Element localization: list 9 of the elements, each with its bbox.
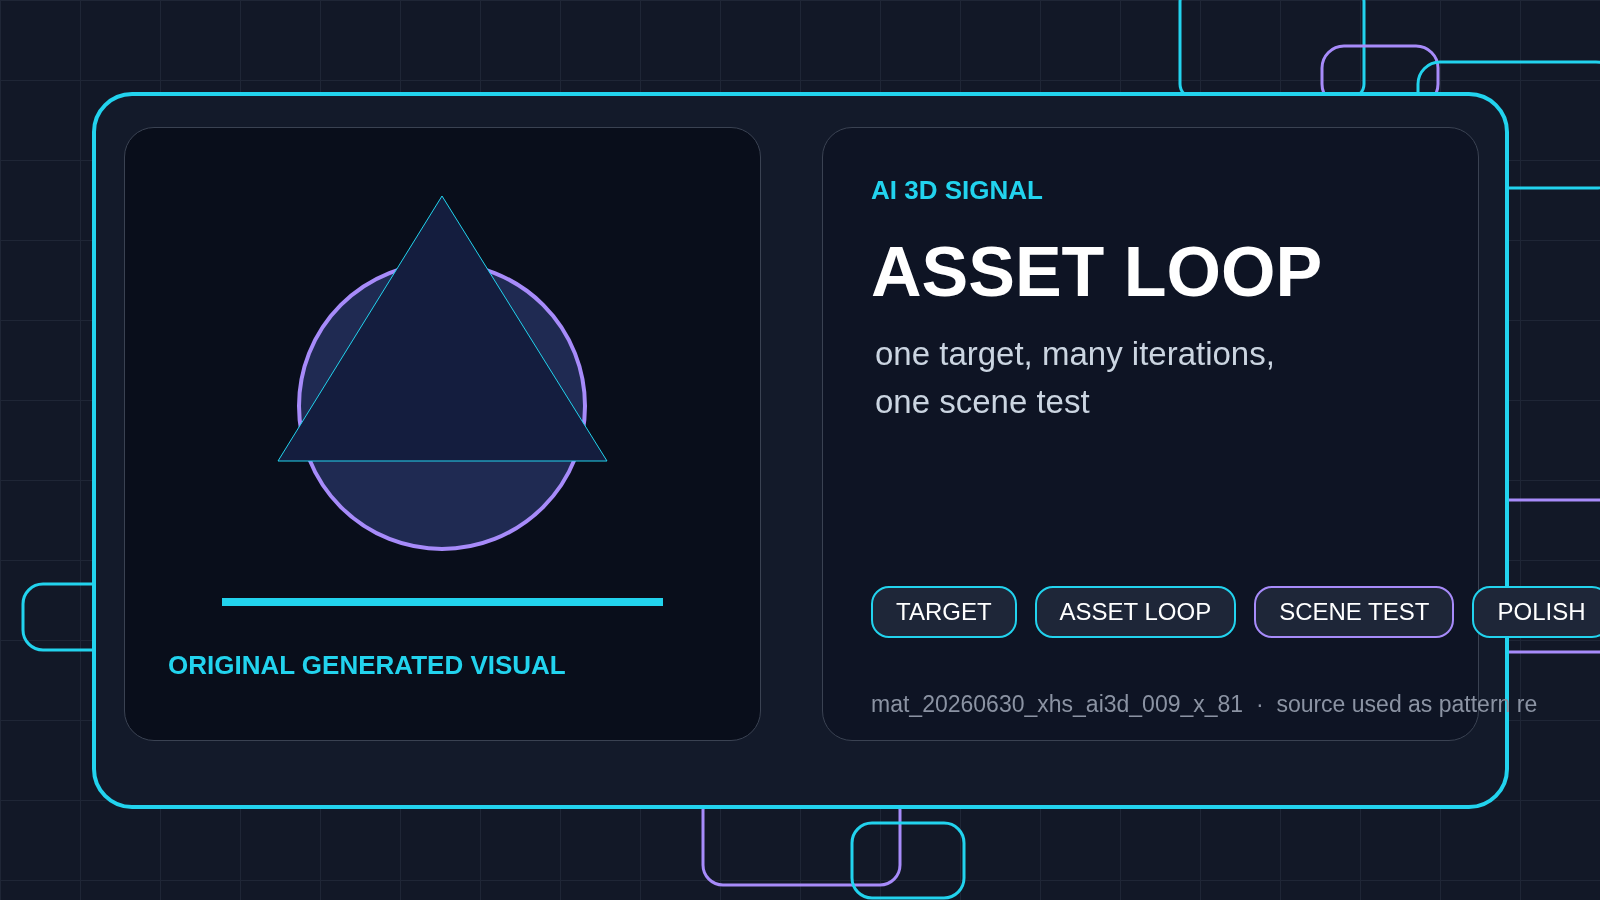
headline: ASSET LOOP xyxy=(871,232,1324,312)
tag-chip: TARGET xyxy=(871,586,1017,638)
visual-caption: ORIGINAL GENERATED VISUAL xyxy=(168,650,567,681)
subtitle-line: one scene test xyxy=(875,382,1091,422)
tag-chip: POLISH xyxy=(1472,586,1600,638)
subtitle-line: one target, many iterations, xyxy=(875,334,1276,374)
eyebrow-label: AI 3D SIGNAL xyxy=(871,175,1044,206)
tag-chip: ASSET LOOP xyxy=(1034,586,1237,638)
tag-chip: SCENE TEST xyxy=(1254,586,1455,638)
